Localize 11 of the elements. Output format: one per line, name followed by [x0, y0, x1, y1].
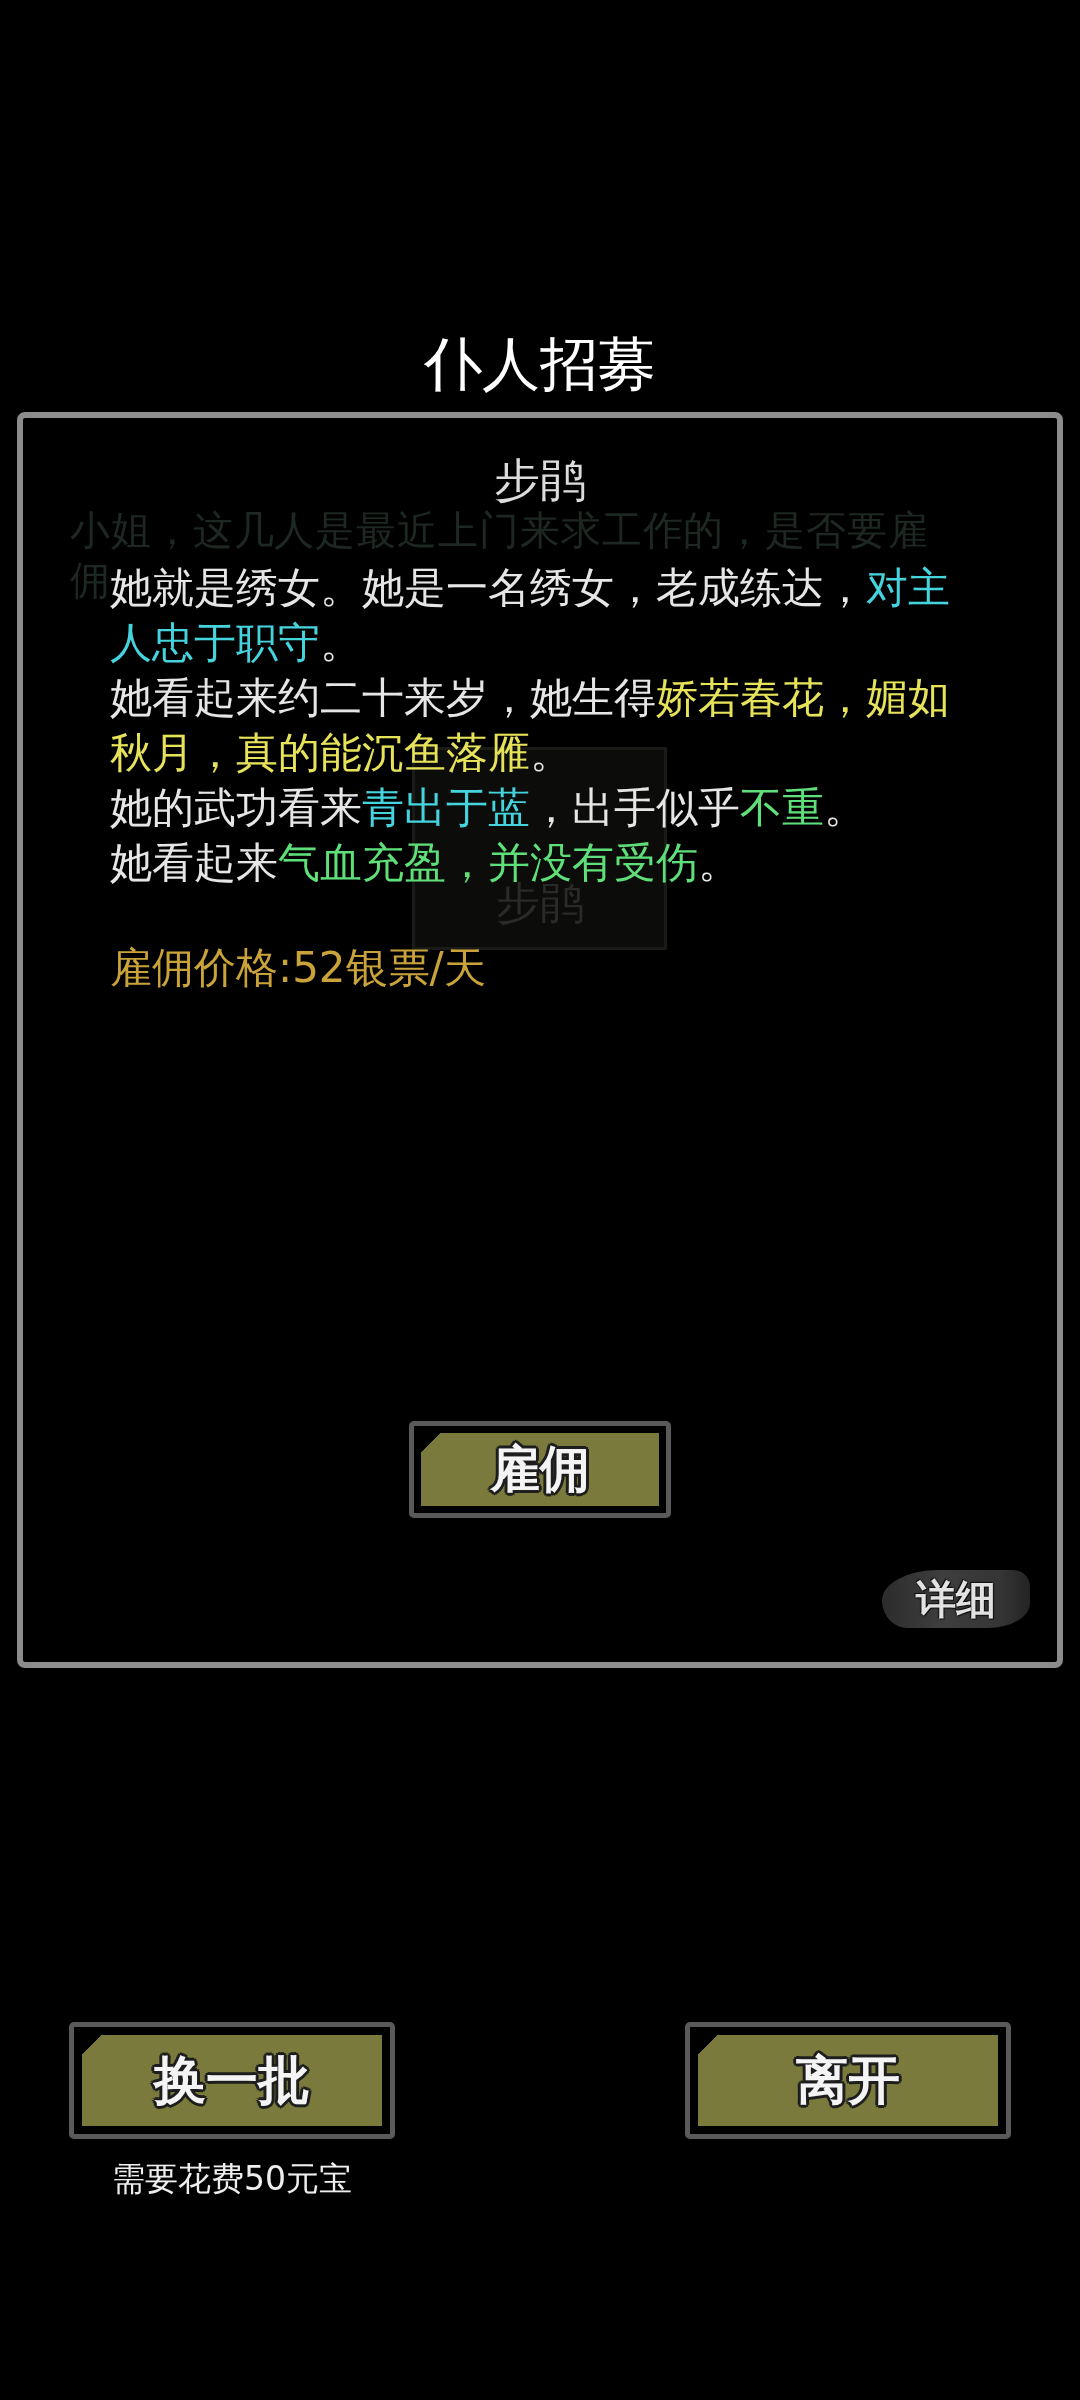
page-title: 仆人招募 [424, 329, 656, 400]
leave-button[interactable]: 离开 [685, 2022, 1011, 2139]
details-button[interactable]: 详细 [882, 1570, 1030, 1628]
description-text: 她就是绣女。她是一名绣女，老成练达，对主人忠于职守。 [110, 562, 951, 669]
cost-note: 需要花费50元宝 [112, 2158, 352, 2200]
description-text: 她看起来约二十来岁，她生得娇若春花，媚如秋月，真的能沉鱼落雁。 [110, 672, 951, 779]
hire-price: 雇佣价格:52银票/天 [110, 942, 486, 994]
hire-button[interactable]: 雇佣 [409, 1421, 671, 1518]
refresh-button[interactable]: 换一批 [69, 2022, 395, 2139]
servant-name: 步鹃 [494, 452, 586, 509]
description-text: 她的武功看来青出于蓝，出手似乎不重。 [110, 782, 867, 834]
